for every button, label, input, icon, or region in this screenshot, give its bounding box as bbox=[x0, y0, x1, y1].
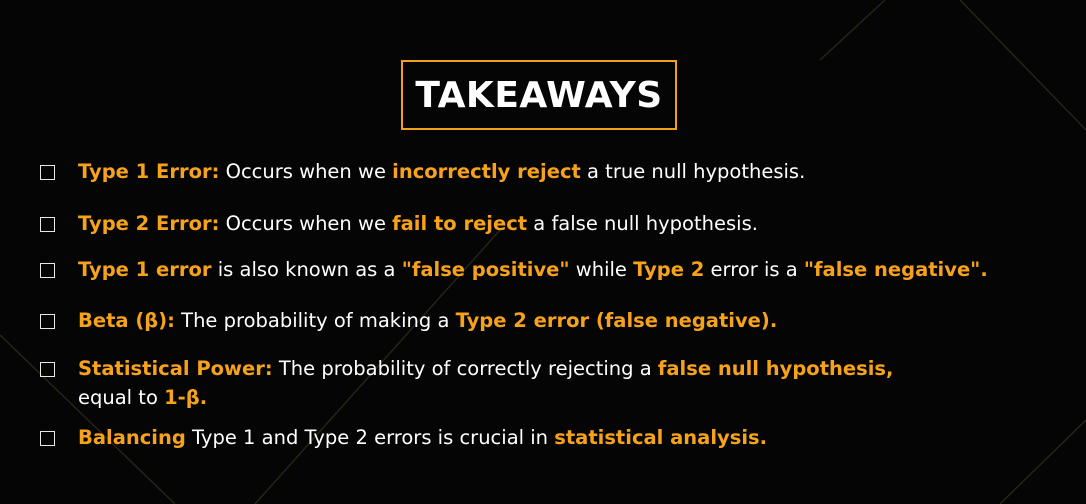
highlight-text: statistical analysis. bbox=[554, 426, 768, 449]
checkbox[interactable] bbox=[40, 362, 55, 377]
highlight-text: false null hypothesis, bbox=[657, 357, 894, 380]
body-text: error is a bbox=[704, 258, 804, 281]
item-text: Type 1 error is also known as a "false p… bbox=[78, 256, 988, 284]
highlight-text: 1-β. bbox=[164, 386, 208, 409]
body-text: equal to bbox=[78, 386, 165, 409]
highlight-text: fail to reject bbox=[392, 212, 528, 235]
highlight-text: Balancing bbox=[78, 426, 186, 449]
checkbox[interactable] bbox=[40, 165, 55, 180]
highlight-text: Type 2 bbox=[633, 258, 705, 281]
highlight-text: "false negative". bbox=[803, 258, 988, 281]
decor-line bbox=[999, 419, 1086, 504]
body-text: a false null hypothesis. bbox=[527, 212, 758, 235]
body-text: The probability of making a bbox=[174, 309, 456, 332]
body-text: The probability of correctly rejecting a bbox=[272, 357, 658, 380]
item-text: Type 1 Error: Occurs when we incorrectly… bbox=[78, 158, 805, 186]
checkbox[interactable] bbox=[40, 263, 55, 278]
item-text-continuation: equal to 1-β. bbox=[78, 384, 207, 412]
item-text: Type 2 Error: Occurs when we fail to rej… bbox=[78, 210, 758, 238]
item-text: Statistical Power: The probability of co… bbox=[78, 355, 893, 383]
highlight-text: incorrectly reject bbox=[392, 160, 581, 183]
body-text: Occurs when we bbox=[219, 212, 393, 235]
checkbox[interactable] bbox=[40, 314, 55, 329]
body-text: is also known as a bbox=[211, 258, 402, 281]
highlight-text: Type 2 error (false negative). bbox=[455, 309, 778, 332]
item-text: Balancing Type 1 and Type 2 errors is cr… bbox=[78, 424, 767, 452]
body-text: Occurs when we bbox=[219, 160, 393, 183]
highlight-text: Type 1 error bbox=[78, 258, 212, 281]
highlight-text: Type 2 Error: bbox=[78, 212, 220, 235]
checkbox[interactable] bbox=[40, 431, 55, 446]
highlight-text: Beta (β): bbox=[78, 309, 175, 332]
title-box: TAKEAWAYS bbox=[401, 60, 677, 130]
body-text: while bbox=[569, 258, 634, 281]
decor-line bbox=[819, 0, 886, 61]
checkbox[interactable] bbox=[40, 217, 55, 232]
body-text: Type 1 and Type 2 errors is crucial in bbox=[185, 426, 555, 449]
item-text: Beta (β): The probability of making a Ty… bbox=[78, 307, 777, 335]
highlight-text: "false positive" bbox=[401, 258, 570, 281]
body-text: a true null hypothesis. bbox=[580, 160, 806, 183]
page-title: TAKEAWAYS bbox=[415, 74, 663, 116]
highlight-text: Statistical Power: bbox=[78, 357, 273, 380]
highlight-text: Type 1 Error: bbox=[78, 160, 220, 183]
decor-line bbox=[959, 0, 1086, 131]
